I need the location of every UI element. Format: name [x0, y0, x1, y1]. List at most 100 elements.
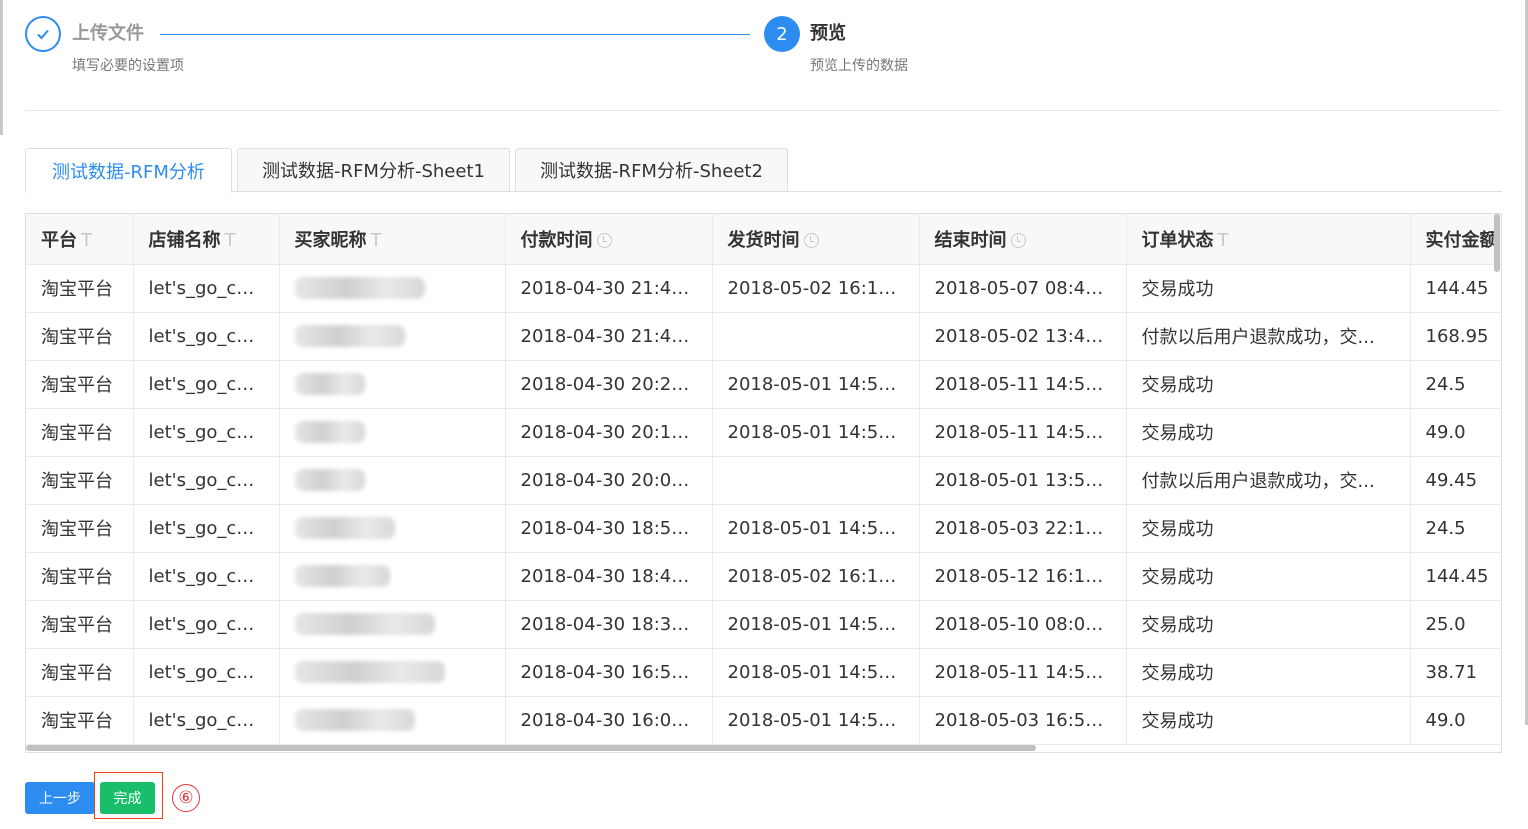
table-cell: 2018-05-01 14:58:42	[712, 408, 920, 457]
table-cell: 38.71	[1410, 648, 1501, 697]
column-label: 店铺名称	[148, 229, 221, 251]
table-cell: 2018-05-01 14:58:42	[712, 360, 920, 409]
table-cell: 2018-04-30 16:07:04	[505, 696, 713, 745]
table-cell: 交易成功	[1126, 408, 1411, 457]
table-cell: 交易成功	[1126, 648, 1411, 697]
table-cell: 2018-05-01 13:51:58	[919, 456, 1127, 505]
table-cell: 2018-05-11 14:58:55	[919, 360, 1127, 409]
table-cell	[279, 648, 506, 697]
table-cell: 付款以后用户退款成功，交...	[1126, 312, 1411, 361]
table-cell: 淘宝平台	[26, 648, 134, 697]
table-cell: 淘宝平台	[26, 696, 134, 745]
column-header[interactable]: 实付金额	[1410, 214, 1501, 265]
table-cell: 2018-05-02 13:49:40	[919, 312, 1127, 361]
highlight-box	[94, 772, 163, 819]
table-cell: 淘宝平台	[26, 264, 134, 313]
step-1-description: 填写必要的设置项	[72, 58, 184, 74]
column-label: 买家昵称	[294, 229, 367, 251]
text-type-icon: T	[224, 229, 236, 251]
step-1-title: 上传文件	[72, 23, 144, 44]
table-cell: 144.45	[1410, 264, 1501, 313]
table-cell	[279, 408, 506, 457]
redacted-buyer-name	[294, 421, 365, 443]
table-cell: 2018-05-03 22:12:36	[919, 504, 1127, 553]
table-row[interactable]: 淘宝平台 let's_go_cavs 2018-04-30 18:40:19 2018…	[26, 552, 1501, 601]
redacted-buyer-name	[294, 277, 425, 299]
redacted-buyer-name	[294, 517, 395, 539]
text-type-icon: T	[1217, 229, 1229, 251]
column-header[interactable]: 付款时间	[505, 214, 713, 265]
table-row[interactable]: 淘宝平台 let's_go_cavs 2018-04-30 21:49:43 2018…	[26, 264, 1501, 313]
tab-sheet2[interactable]: 测试数据-RFM分析-Sheet2	[515, 148, 788, 192]
table-cell: 交易成功	[1126, 264, 1411, 313]
table-cell: 49.0	[1410, 408, 1501, 457]
column-label: 结束时间	[934, 229, 1007, 251]
table-row[interactable]: 淘宝平台 let's_go_cavs 2018-04-30 21:42:58 2018…	[26, 312, 1501, 361]
table-row[interactable]: 淘宝平台 let's_go_cavs 2018-04-30 20:15:58 2018…	[26, 408, 1501, 457]
table-row[interactable]: 淘宝平台 let's_go_cavs 2018-04-30 16:07:04 2018…	[26, 696, 1501, 745]
table-cell	[712, 312, 920, 361]
table-cell: 49.45	[1410, 456, 1501, 505]
table-cell: 淘宝平台	[26, 552, 134, 601]
table-cell: 2018-04-30 18:35:03	[505, 600, 713, 649]
column-header[interactable]: 订单状态 T	[1126, 214, 1411, 265]
redacted-buyer-name	[294, 565, 390, 587]
column-header[interactable]: 结束时间	[919, 214, 1127, 265]
table-row[interactable]: 淘宝平台 let's_go_cavs 2018-04-30 20:08:05 2018…	[26, 456, 1501, 505]
table-cell: 2018-05-11 14:58:55	[919, 648, 1127, 697]
step-1-check-icon	[25, 16, 61, 52]
table-cell: 2018-05-11 14:59:05	[919, 408, 1127, 457]
table-cell: 2018-04-30 18:40:19	[505, 552, 713, 601]
table-cell	[279, 696, 506, 745]
table-cell: 2018-04-30 21:42:58	[505, 312, 713, 361]
table-cell: 淘宝平台	[26, 504, 134, 553]
step-2-number: 2	[764, 16, 800, 52]
table-cell: 付款以后用户退款成功，交...	[1126, 456, 1411, 505]
table-cell: 2018-04-30 21:49:43	[505, 264, 713, 313]
table-cell: let's_go_cavs	[133, 696, 280, 745]
text-type-icon: T	[370, 229, 382, 251]
table-cell	[279, 264, 506, 313]
column-header[interactable]: 平台 T	[26, 214, 134, 265]
left-edge	[0, 0, 3, 135]
tab-sheet1[interactable]: 测试数据-RFM分析-Sheet1	[237, 148, 510, 192]
table-row[interactable]: 淘宝平台 let's_go_cavs 2018-04-30 18:35:03 2018…	[26, 600, 1501, 649]
table-cell: 2018-05-02 16:14:43	[712, 552, 920, 601]
redacted-buyer-name	[294, 469, 365, 491]
table-cell: let's_go_cavs	[133, 408, 280, 457]
column-label: 订单状态	[1141, 229, 1214, 251]
tab-sheet-main[interactable]: 测试数据-RFM分析	[25, 148, 232, 193]
column-label: 付款时间	[520, 229, 593, 251]
step-annotation: ⑥	[172, 784, 200, 812]
clock-icon	[1010, 232, 1026, 248]
table-cell	[712, 456, 920, 505]
table-cell: 交易成功	[1126, 360, 1411, 409]
column-header[interactable]: 买家昵称 T	[279, 214, 506, 265]
redacted-buyer-name	[294, 661, 445, 683]
vertical-scrollbar[interactable]	[1494, 214, 1500, 272]
table-cell: 168.95	[1410, 312, 1501, 361]
table-cell: 2018-04-30 20:08:05	[505, 456, 713, 505]
prev-step-button[interactable]: 上一步	[25, 782, 95, 814]
table-row[interactable]: 淘宝平台 let's_go_cavs 2018-04-30 20:22:51 2018…	[26, 360, 1501, 409]
table-cell: 2018-05-01 14:58:41	[712, 648, 920, 697]
table-cell: let's_go_cavs	[133, 504, 280, 553]
table-cell: 2018-05-01 14:58:42	[712, 600, 920, 649]
step-2-description: 预览上传的数据	[810, 58, 908, 74]
table-cell: 144.45	[1410, 552, 1501, 601]
table-cell: 2018-04-30 20:15:58	[505, 408, 713, 457]
table-cell	[279, 456, 506, 505]
table-cell: 2018-05-01 14:58:41	[712, 504, 920, 553]
horizontal-scrollbar[interactable]	[26, 745, 1036, 751]
table-row[interactable]: 淘宝平台 let's_go_cavs 2018-04-30 16:54:24 2018…	[26, 648, 1501, 697]
divider	[25, 110, 1502, 111]
table-row[interactable]: 淘宝平台 let's_go_cavs 2018-04-30 18:52:34 2018…	[26, 504, 1501, 553]
column-header[interactable]: 店铺名称 T	[133, 214, 280, 265]
column-header[interactable]: 发货时间	[712, 214, 920, 265]
table-cell: let's_go_cavs	[133, 312, 280, 361]
table-cell: 2018-05-10 08:00:19	[919, 600, 1127, 649]
table-cell: 49.0	[1410, 696, 1501, 745]
sheet-tabs: 测试数据-RFM分析 测试数据-RFM分析-Sheet1 测试数据-RFM分析-…	[25, 148, 1502, 193]
table-cell: 淘宝平台	[26, 600, 134, 649]
table-cell: let's_go_cavs	[133, 360, 280, 409]
